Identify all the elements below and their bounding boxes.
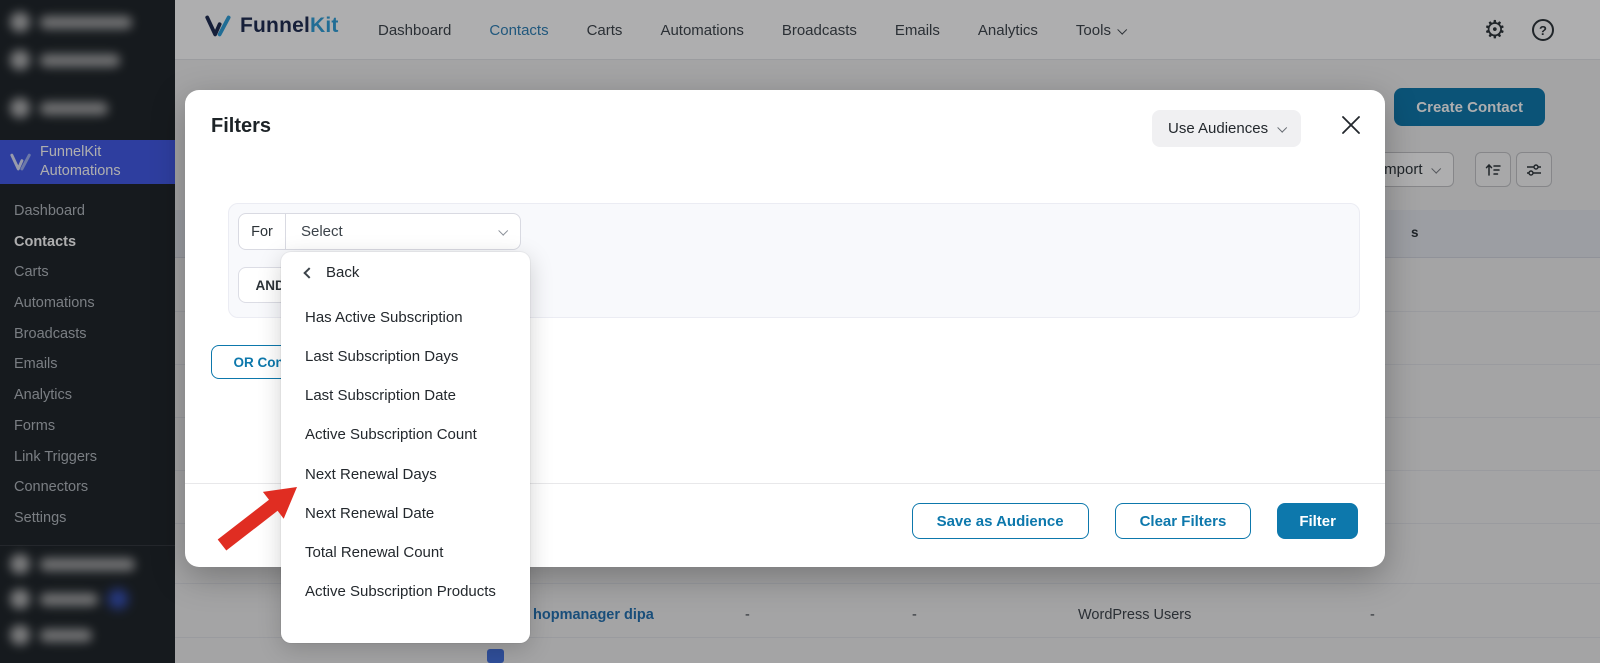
back-label: Back — [326, 264, 360, 281]
dropdown-item-has-active-subscription[interactable]: Has Active Subscription — [305, 307, 510, 329]
use-audiences-button[interactable]: Use Audiences — [1152, 110, 1302, 147]
screen: FunnelKit Automations Dashboard Contacts… — [0, 0, 1600, 663]
clear-filters-button[interactable]: Clear Filters — [1114, 503, 1252, 539]
chevron-down-icon — [1277, 122, 1288, 133]
chevron-left-icon — [303, 266, 315, 279]
filter-options-dropdown: Back Has Active Subscription Last Subscr… — [281, 252, 530, 643]
dropdown-back-button[interactable]: Back — [303, 264, 360, 281]
dropdown-item-total-renewal-count[interactable]: Total Renewal Count — [305, 542, 510, 564]
dropdown-item-next-renewal-days[interactable]: Next Renewal Days — [305, 464, 510, 486]
use-audiences-label: Use Audiences — [1168, 120, 1269, 137]
for-label: For — [239, 214, 286, 249]
dropdown-item-active-subscription-count[interactable]: Active Subscription Count — [305, 424, 510, 446]
save-as-audience-button[interactable]: Save as Audience — [911, 503, 1089, 539]
modal-title: Filters — [211, 115, 272, 137]
close-icon[interactable] — [1340, 114, 1362, 136]
dropdown-item-last-subscription-days[interactable]: Last Subscription Days — [305, 346, 510, 368]
select-value: Select — [301, 223, 343, 240]
dropdown-item-last-subscription-date[interactable]: Last Subscription Date — [305, 385, 510, 407]
select-dropdown[interactable]: Select — [286, 214, 520, 249]
chevron-down-icon — [498, 225, 509, 236]
dropdown-item-active-subscription-products[interactable]: Active Subscription Products — [305, 581, 510, 603]
dropdown-item-next-renewal-date[interactable]: Next Renewal Date — [305, 503, 510, 525]
filter-field-select[interactable]: For Select — [238, 213, 521, 250]
filter-button[interactable]: Filter — [1277, 503, 1358, 539]
modal-footer: Save as Audience Clear Filters Filter — [911, 503, 1358, 539]
